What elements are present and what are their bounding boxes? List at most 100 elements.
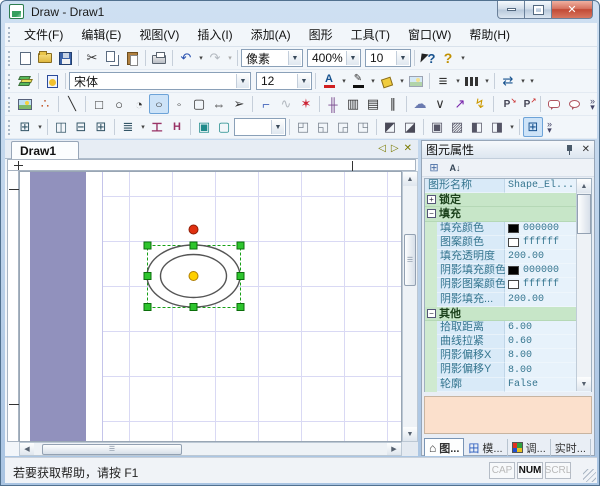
line-style-button[interactable] bbox=[462, 71, 482, 91]
property-row[interactable]: 阴影填充颜色 000000 bbox=[425, 264, 591, 278]
tab-next-button[interactable]: ▷ bbox=[391, 143, 399, 154]
tab-palette[interactable]: 调... bbox=[508, 439, 551, 456]
bool-xor-button[interactable]: ◨ bbox=[487, 117, 507, 137]
tool-node[interactable]: ↗ bbox=[450, 94, 470, 114]
undo-dropdown[interactable]: ▾ bbox=[197, 54, 205, 62]
tool-spray[interactable]: ∴ bbox=[35, 94, 55, 114]
menu-window[interactable]: 窗口(W) bbox=[399, 26, 460, 43]
grid-size-combobox[interactable]: 10 ▼ bbox=[365, 49, 411, 67]
vertical-scrollbar[interactable]: ▲ ▼ bbox=[402, 171, 418, 442]
selected-shape[interactable] bbox=[20, 172, 401, 442]
tab-realtime[interactable]: 实时... bbox=[551, 439, 591, 456]
fill-color-button[interactable] bbox=[377, 71, 397, 91]
new-button[interactable] bbox=[15, 48, 35, 68]
center-handle[interactable] bbox=[189, 272, 198, 281]
sort-az-button[interactable]: A↓ bbox=[446, 160, 464, 176]
font-color-dropdown[interactable]: ▾ bbox=[340, 77, 348, 85]
unit-combo-arrow[interactable]: ▼ bbox=[288, 51, 301, 65]
tool-polyline[interactable]: ⌐ bbox=[256, 94, 276, 114]
property-row[interactable]: 阴影偏移X 8.00 bbox=[425, 349, 591, 363]
picture-fill-button[interactable] bbox=[406, 71, 426, 91]
fill-color-dropdown[interactable]: ▾ bbox=[398, 77, 406, 85]
font-name-combobox[interactable]: 宋体 ▼ bbox=[69, 72, 251, 90]
tab-model[interactable]: 田 模... bbox=[464, 439, 507, 456]
align-button[interactable]: ⊞ bbox=[15, 117, 35, 137]
line-style-dropdown[interactable]: ▾ bbox=[483, 77, 491, 85]
menu-file[interactable]: 文件(F) bbox=[15, 26, 72, 43]
horizontal-scroll-thumb[interactable] bbox=[42, 444, 182, 455]
tool-banner[interactable]: ➢ bbox=[229, 94, 249, 114]
document-tab-draw1[interactable]: Draw1 bbox=[11, 141, 79, 159]
arrange-overflow[interactable]: »▾ bbox=[547, 121, 552, 133]
panel-close-icon[interactable]: ✕ bbox=[582, 144, 590, 155]
property-row[interactable]: 阴影图案颜色 ffffff bbox=[425, 278, 591, 292]
font-color-button[interactable]: A bbox=[319, 71, 339, 91]
tool-rectangle[interactable]: □ bbox=[89, 94, 109, 114]
collapse-icon[interactable]: − bbox=[427, 309, 436, 318]
minimize-button[interactable] bbox=[497, 1, 525, 19]
center-horizontal-button[interactable]: H bbox=[167, 117, 187, 137]
tool-gauge[interactable]: ▥ bbox=[343, 94, 363, 114]
arrow-style-dropdown[interactable]: ▾ bbox=[519, 77, 527, 85]
property-row[interactable]: 填充颜色 000000 bbox=[425, 222, 591, 236]
break-button[interactable]: ◪ bbox=[400, 117, 420, 137]
tool-ellipse[interactable]: ○ bbox=[149, 94, 169, 114]
close-button[interactable]: ✕ bbox=[552, 1, 593, 19]
send-back-button[interactable]: ◱ bbox=[313, 117, 333, 137]
same-height-button[interactable]: ⊟ bbox=[71, 117, 91, 137]
rotate-handle[interactable] bbox=[189, 225, 198, 234]
tool-star[interactable]: ✶ bbox=[296, 94, 316, 114]
tool-report[interactable]: ▤ bbox=[363, 94, 383, 114]
toolbar-overflow[interactable]: ▾ bbox=[528, 77, 536, 85]
scroll-up-button[interactable]: ▲ bbox=[403, 172, 417, 186]
tool-circle[interactable]: ○ bbox=[109, 94, 129, 114]
tool-point-in[interactable]: P↘ bbox=[497, 94, 517, 114]
category-row-fill[interactable]: − 填充 bbox=[425, 207, 591, 221]
bool-subtract-button[interactable]: ▨ bbox=[447, 117, 467, 137]
property-row[interactable]: 拾取距离 6.00 bbox=[425, 321, 591, 335]
tool-point-out[interactable]: P↗ bbox=[517, 94, 537, 114]
distribute-button[interactable]: ≣ bbox=[118, 117, 138, 137]
tool-line[interactable]: ╲ bbox=[62, 94, 82, 114]
cut-button[interactable]: ✂ bbox=[82, 48, 102, 68]
font-name-arrow[interactable]: ▼ bbox=[236, 74, 249, 88]
horizontal-scrollbar[interactable]: ◀ ▶ bbox=[19, 442, 402, 456]
property-row[interactable]: 图案颜色 ffffff bbox=[425, 236, 591, 250]
grid-size-combo-arrow[interactable]: ▼ bbox=[396, 51, 409, 65]
context-help-button[interactable]: ? bbox=[418, 48, 438, 68]
tool-small-ellipse[interactable]: ◦ bbox=[169, 94, 189, 114]
grid-scroll-up[interactable]: ▲ bbox=[577, 179, 591, 193]
vertical-scroll-thumb[interactable] bbox=[404, 234, 416, 286]
layer-combobox[interactable]: ▼ bbox=[234, 118, 286, 136]
layers-button[interactable] bbox=[15, 71, 35, 91]
same-size-button[interactable]: ⊞ bbox=[91, 117, 111, 137]
menu-add[interactable]: 添加(A) bbox=[242, 26, 300, 43]
menu-tools[interactable]: 工具(T) bbox=[342, 26, 399, 43]
expand-icon[interactable]: + bbox=[427, 195, 436, 204]
tab-properties[interactable]: ⌂ 图... bbox=[424, 438, 464, 456]
property-row[interactable]: 填充透明度 200.00 bbox=[425, 250, 591, 264]
line-color-button[interactable]: ✎ bbox=[348, 71, 368, 91]
grid-scroll-down[interactable]: ▼ bbox=[577, 377, 591, 391]
tool-rounded-rect[interactable]: ▢ bbox=[189, 94, 209, 114]
property-grid-toggle[interactable]: ⊞ bbox=[523, 117, 543, 137]
tool-polygon[interactable]: ∨ bbox=[430, 94, 450, 114]
distribute-dropdown[interactable]: ▾ bbox=[139, 123, 147, 131]
font-size-combobox[interactable]: 12 ▼ bbox=[256, 72, 312, 90]
paste-button[interactable] bbox=[122, 48, 142, 68]
tab-close-button[interactable]: ✕ bbox=[404, 143, 412, 154]
tool-cloud[interactable]: ☁ bbox=[410, 94, 430, 114]
zoom-combobox[interactable]: 400% ▼ bbox=[307, 49, 361, 67]
menu-shape[interactable]: 图形 bbox=[300, 26, 342, 43]
line-width-dropdown[interactable]: ▾ bbox=[454, 77, 462, 85]
tool-lightning[interactable]: ↯ bbox=[470, 94, 490, 114]
menu-help[interactable]: 帮助(H) bbox=[460, 26, 519, 43]
resize-grip[interactable] bbox=[583, 469, 596, 482]
page-setup-button[interactable] bbox=[42, 71, 62, 91]
align-dropdown[interactable]: ▾ bbox=[36, 123, 44, 131]
tool-parallel[interactable]: ∥ bbox=[383, 94, 403, 114]
restore-button[interactable] bbox=[525, 1, 552, 19]
send-backward-button[interactable]: ◳ bbox=[353, 117, 373, 137]
menu-edit[interactable]: 编辑(E) bbox=[72, 26, 130, 43]
line-color-dropdown[interactable]: ▾ bbox=[369, 77, 377, 85]
